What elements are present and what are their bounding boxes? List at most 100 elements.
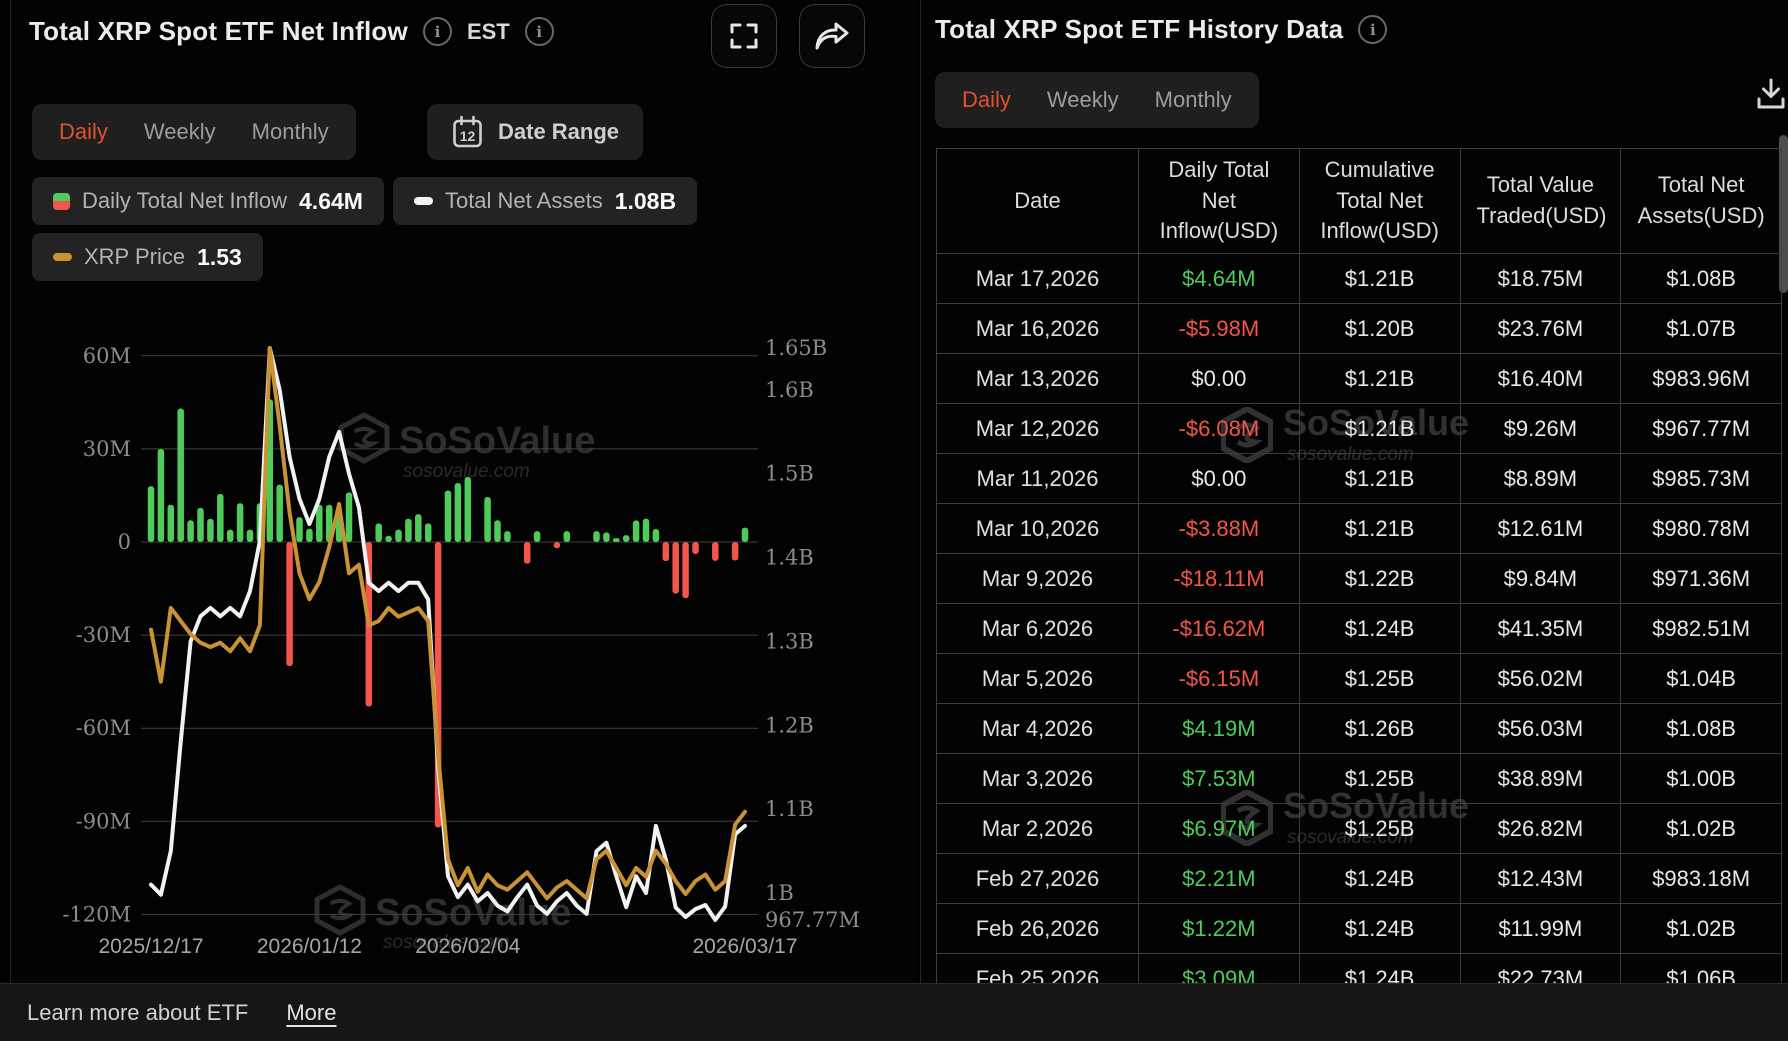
net-inflow-combo-chart[interactable]: SoSoValuesosovalue.comSoSoValuesosovalue… — [11, 275, 913, 980]
inflow-bar[interactable] — [247, 530, 254, 542]
inflow-bar[interactable] — [385, 536, 392, 542]
inflow-bar[interactable] — [712, 542, 719, 561]
cell-cumulative-inflow: $1.21B — [1299, 254, 1460, 304]
inflow-bar[interactable] — [148, 486, 155, 542]
cell-daily-inflow: $0.00 — [1139, 354, 1300, 404]
cell-daily-inflow: $2.21M — [1139, 854, 1300, 904]
inflow-bar[interactable] — [742, 528, 749, 542]
download-button[interactable] — [1751, 74, 1788, 114]
tab-weekly[interactable]: Weekly — [144, 119, 216, 145]
footer-text: Learn more about ETF — [27, 1000, 248, 1026]
inflow-bar[interactable] — [692, 542, 699, 554]
cell-value-traded: $9.84M — [1460, 554, 1621, 604]
cell-net-assets: $982.51M — [1621, 604, 1782, 654]
inflow-bar[interactable] — [643, 519, 650, 542]
inflow-bar[interactable] — [653, 529, 660, 542]
tab-daily[interactable]: Daily — [962, 87, 1011, 113]
tab-weekly[interactable]: Weekly — [1047, 87, 1119, 113]
inflow-bar[interactable] — [158, 449, 165, 542]
fullscreen-button[interactable] — [711, 4, 777, 68]
history-table-wrap: DateDaily Total Net Inflow(USD)Cumulativ… — [936, 148, 1782, 983]
inflow-bar[interactable] — [177, 409, 184, 542]
inflow-bar[interactable] — [455, 483, 462, 542]
inflow-bar[interactable] — [395, 530, 402, 542]
inflow-bar[interactable] — [276, 485, 283, 542]
cell-date: Mar 16,2026 — [937, 304, 1139, 354]
price-dash-icon — [53, 253, 72, 261]
history-data-panel: Total XRP Spot ETF History Data Daily We… — [920, 0, 1788, 983]
timezone-info-icon[interactable] — [525, 17, 554, 46]
inflow-bar[interactable] — [484, 497, 491, 542]
inflow-bar[interactable] — [237, 503, 244, 542]
inflow-bar[interactable] — [316, 505, 323, 542]
cell-date: Mar 17,2026 — [937, 254, 1139, 304]
inflow-bar[interactable] — [227, 530, 234, 542]
inflow-bar[interactable] — [197, 508, 204, 542]
inflow-bar[interactable] — [415, 514, 422, 542]
cell-value-traded: $12.61M — [1460, 504, 1621, 554]
tab-daily[interactable]: Daily — [59, 119, 108, 145]
inflow-bar[interactable] — [168, 505, 175, 542]
table-row: Mar 2,2026$6.97M$1.25B$26.82M$1.02B — [937, 804, 1782, 854]
inflow-bar[interactable] — [732, 542, 739, 561]
footer-more-link[interactable]: More — [286, 1000, 336, 1026]
sosovalue-cube-icon — [317, 887, 363, 933]
table-row: Mar 3,2026$7.53M$1.25B$38.89M$1.00B — [937, 754, 1782, 804]
cell-daily-inflow: $3.09M — [1139, 954, 1300, 984]
tab-monthly[interactable]: Monthly — [1155, 87, 1232, 113]
table-row: Mar 16,2026-$5.98M$1.20B$23.76M$1.07B — [937, 304, 1782, 354]
cell-value-traded: $22.73M — [1460, 954, 1621, 984]
cell-net-assets: $1.02B — [1621, 804, 1782, 854]
inflow-bar[interactable] — [306, 529, 313, 542]
inflow-bar[interactable] — [494, 520, 501, 542]
y-axis-label-left: -90M — [76, 809, 131, 833]
inflow-bar[interactable] — [445, 490, 452, 542]
inflow-bar[interactable] — [534, 531, 541, 542]
inflow-bar[interactable] — [207, 519, 214, 542]
inflow-bar[interactable] — [296, 517, 303, 542]
inflow-bar[interactable] — [524, 542, 531, 564]
cell-daily-inflow: -$6.08M — [1139, 404, 1300, 454]
inflow-bar[interactable] — [663, 542, 670, 561]
share-button[interactable] — [799, 4, 865, 68]
inflow-bar[interactable] — [217, 494, 224, 542]
y-axis-label-right: 1.6B — [765, 378, 814, 402]
inflow-bar[interactable] — [375, 523, 382, 542]
tab-monthly[interactable]: Monthly — [252, 119, 329, 145]
inflow-bar[interactable] — [187, 520, 194, 542]
inflow-bar[interactable] — [554, 542, 561, 548]
inflow-bar[interactable] — [425, 523, 432, 542]
right-panel-header: Total XRP Spot ETF History Data — [935, 14, 1387, 45]
cell-cumulative-inflow: $1.25B — [1299, 754, 1460, 804]
table-row: Mar 4,2026$4.19M$1.26B$56.03M$1.08B — [937, 704, 1782, 754]
legend-row-2: XRP Price 1.53 — [32, 233, 263, 281]
legend-item-net-inflow[interactable]: Daily Total Net Inflow 4.64M — [32, 177, 384, 225]
history-title: Total XRP Spot ETF History Data — [935, 14, 1343, 45]
legend-item-xrp-price[interactable]: XRP Price 1.53 — [32, 233, 263, 281]
inflow-bar[interactable] — [672, 542, 679, 594]
inflow-bar[interactable] — [286, 542, 293, 666]
legend-item-net-assets[interactable]: Total Net Assets 1.08B — [393, 177, 697, 225]
inflow-bar[interactable] — [623, 535, 630, 542]
cell-daily-inflow: $0.00 — [1139, 454, 1300, 504]
cell-net-assets: $983.18M — [1621, 854, 1782, 904]
inflow-bar[interactable] — [603, 532, 610, 542]
info-icon[interactable] — [423, 17, 452, 46]
cell-cumulative-inflow: $1.20B — [1299, 304, 1460, 354]
left-panel-header: Total XRP Spot ETF Net Inflow EST — [29, 16, 554, 47]
inflow-bar[interactable] — [633, 520, 640, 542]
table-row: Feb 25,2026$3.09M$1.24B$22.73M$1.06B — [937, 954, 1782, 984]
inflow-bar[interactable] — [593, 531, 600, 542]
cell-net-assets: $1.08B — [1621, 254, 1782, 304]
inflow-bar[interactable] — [346, 492, 353, 542]
inflow-bar[interactable] — [465, 477, 472, 542]
inflow-bar[interactable] — [504, 531, 511, 542]
cell-cumulative-inflow: $1.24B — [1299, 604, 1460, 654]
date-range-button[interactable]: 12 Date Range — [427, 104, 643, 160]
inflow-bar[interactable] — [405, 519, 412, 542]
inflow-bar[interactable] — [682, 542, 689, 598]
history-info-icon[interactable] — [1358, 15, 1387, 44]
cell-daily-inflow: -$6.15M — [1139, 654, 1300, 704]
inflow-bar[interactable] — [613, 538, 620, 542]
inflow-bar[interactable] — [564, 531, 571, 542]
